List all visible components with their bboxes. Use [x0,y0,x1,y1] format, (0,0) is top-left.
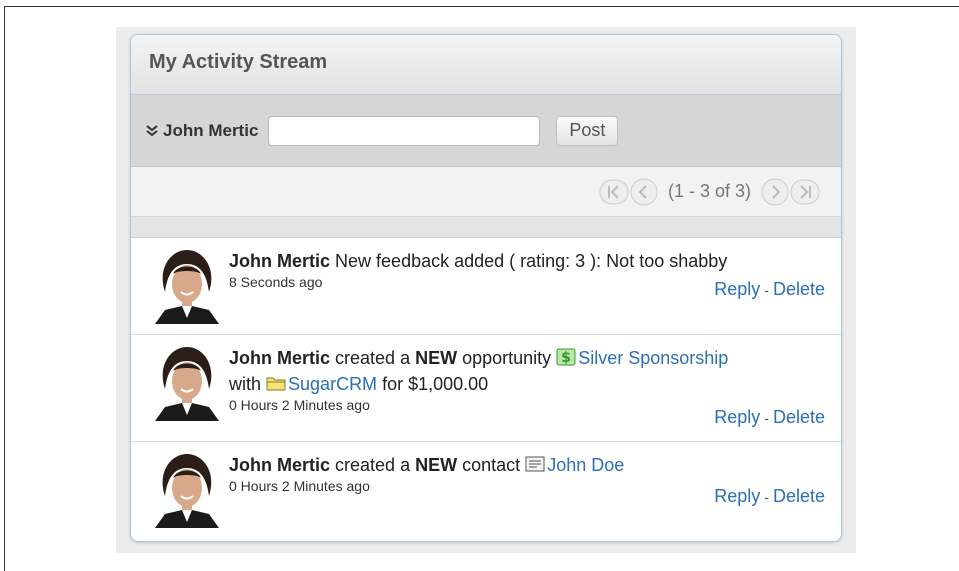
delete-link[interactable]: Delete [773,407,825,427]
opportunity-link[interactable]: Silver Sponsorship [578,348,728,368]
activity-verb: created a [335,348,411,368]
action-separator: - [764,410,769,426]
activity-verb: created a [335,455,411,475]
activity-actions: Reply - Delete [714,407,825,428]
activity-actions: Reply - Delete [714,486,825,507]
activity-text: John Mertic created a NEW contact John D… [229,452,825,478]
reply-link[interactable]: Reply [714,407,760,427]
last-page-icon[interactable] [790,179,820,205]
previous-page-icon[interactable] [630,178,658,206]
svg-text:$: $ [561,350,571,366]
dashlet-title: My Activity Stream [149,51,328,73]
account-link[interactable]: SugarCRM [288,374,377,394]
double-chevron-down-icon [146,124,158,136]
activity-user[interactable]: John Mertic [229,455,330,475]
new-label: NEW [415,455,458,475]
stream-divider [131,217,841,238]
activity-message: New feedback added ( rating: 3 ): Not to… [335,251,728,271]
post-input[interactable] [268,115,541,146]
activity-user[interactable]: John Mertic [229,251,330,271]
post-button[interactable]: Post [556,115,619,146]
activity-text-continued: with SugarCRM for $1,000.00 [229,371,825,397]
pagination-text: (1 - 3 of 3) [667,181,751,201]
money-icon: $ [556,348,576,366]
record-type: opportunity [462,348,552,368]
contact-link[interactable]: John Doe [547,455,624,475]
post-bar: John Mertic Post [131,95,841,167]
reply-link[interactable]: Reply [714,279,760,299]
activity-item: John Mertic created a NEW contact John D… [131,442,841,541]
activity-user[interactable]: John Mertic [229,348,330,368]
contact-card-icon [525,456,545,472]
action-separator: - [764,282,769,298]
with-text: with [229,374,262,394]
avatar [149,246,225,324]
post-user-name: John Mertic [163,120,259,140]
avatar [149,450,225,528]
first-page-icon[interactable] [599,179,629,205]
delete-link[interactable]: Delete [773,279,825,299]
opportunity-amount: for $1,000.00 [382,374,489,394]
action-separator: - [764,489,769,505]
post-user-toggle[interactable]: John Mertic [145,121,258,141]
pagination-bar: (1 - 3 of 3) [131,167,841,217]
next-page-icon[interactable] [761,178,789,206]
dashlet-header: My Activity Stream [131,35,841,95]
folder-icon [266,377,286,391]
new-label: NEW [415,348,458,368]
activity-stream-dashlet: My Activity Stream John Mertic Post (1 -… [130,34,842,542]
activity-item: John Mertic New feedback added ( rating:… [131,238,841,335]
avatar [149,343,225,421]
record-type: contact [462,455,521,475]
activity-actions: Reply - Delete [714,279,825,300]
reply-link[interactable]: Reply [714,486,760,506]
activity-text: John Mertic New feedback added ( rating:… [229,248,825,274]
delete-link[interactable]: Delete [773,486,825,506]
activity-item: John Mertic created a NEW opportunity $ … [131,335,841,442]
activity-text: John Mertic created a NEW opportunity $ … [229,345,825,371]
